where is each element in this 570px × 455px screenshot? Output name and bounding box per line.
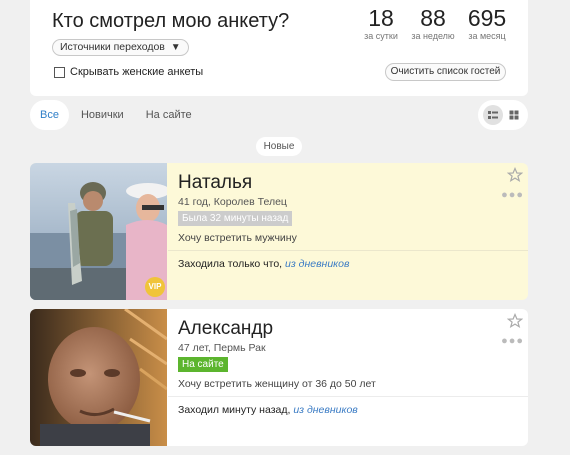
- list-view-icon: [488, 111, 498, 119]
- last-seen-badge: Была 32 минуты назад: [178, 211, 293, 226]
- hide-female-label: Скрывать женские анкеты: [70, 66, 204, 78]
- visit-text: Заходила только что,: [178, 258, 283, 270]
- star-icon[interactable]: [507, 313, 523, 329]
- more-dots-icon[interactable]: ●●●: [501, 190, 524, 201]
- stat-day-value: 18: [368, 5, 394, 31]
- list-view-button[interactable]: [483, 105, 503, 125]
- vip-badge: VIP: [145, 277, 165, 297]
- visitors-header: Кто смотрел мою анкету? Источники перехо…: [30, 0, 528, 96]
- sources-dropdown[interactable]: Источники переходов ▼: [52, 39, 189, 56]
- divider: [168, 396, 528, 397]
- dropdown-arrow-icon: ▼: [170, 42, 181, 53]
- stat-week: 88 за неделю: [410, 5, 456, 42]
- visit-text: Заходил минуту назад,: [178, 404, 291, 416]
- profile-card[interactable]: VIP Наталья 41 год, Королев Телец Была 3…: [30, 163, 528, 300]
- section-new-label: Новые: [256, 137, 302, 156]
- grid-view-button[interactable]: [504, 105, 524, 125]
- stat-month: 695 за месяц: [464, 5, 510, 42]
- stat-month-label: за месяц: [468, 31, 506, 41]
- clear-guests-button[interactable]: Очистить список гостей: [385, 63, 506, 81]
- tab-newcomers[interactable]: Новички: [71, 100, 134, 130]
- sources-label: Источники переходов: [60, 41, 165, 53]
- visit-info: Заходил минуту назад, из дневников: [178, 404, 358, 416]
- hide-female-toggle[interactable]: Скрывать женские анкеты: [54, 66, 203, 78]
- profile-wish: Хочу встретить мужчину: [178, 232, 297, 244]
- profile-photo[interactable]: [30, 309, 167, 446]
- view-toggle: [478, 100, 528, 130]
- stat-day: 18 за сутки: [363, 5, 399, 42]
- online-badge: На сайте: [178, 357, 228, 372]
- divider: [168, 250, 528, 251]
- profile-name[interactable]: Наталья: [178, 172, 252, 194]
- hide-female-checkbox[interactable]: [54, 66, 65, 78]
- more-dots-icon[interactable]: ●●●: [501, 336, 524, 347]
- stat-day-label: за сутки: [364, 31, 398, 41]
- tab-online[interactable]: На сайте: [136, 100, 202, 130]
- profile-name[interactable]: Александр: [178, 318, 273, 340]
- stat-week-label: за неделю: [411, 31, 455, 41]
- profile-photo[interactable]: [30, 163, 167, 300]
- stat-month-value: 695: [467, 5, 507, 31]
- page-title: Кто смотрел мою анкету?: [52, 10, 290, 32]
- grid-view-icon: [509, 110, 519, 120]
- profile-info: 47 лет, Пермь Рак: [178, 342, 266, 354]
- visit-source-link[interactable]: из дневников: [285, 258, 349, 270]
- visit-source-link[interactable]: из дневников: [293, 404, 357, 416]
- tab-all[interactable]: Все: [30, 100, 69, 130]
- filter-tabs: Все Новички На сайте: [30, 100, 204, 130]
- visit-info: Заходила только что, из дневников: [178, 258, 349, 270]
- profile-wish: Хочу встретить женщину от 36 до 50 лет: [178, 378, 376, 390]
- star-icon[interactable]: [507, 167, 523, 183]
- profile-card[interactable]: Александр 47 лет, Пермь Рак На сайте Хоч…: [30, 309, 528, 446]
- stat-week-value: 88: [420, 5, 446, 31]
- profile-info: 41 год, Королев Телец: [178, 196, 287, 208]
